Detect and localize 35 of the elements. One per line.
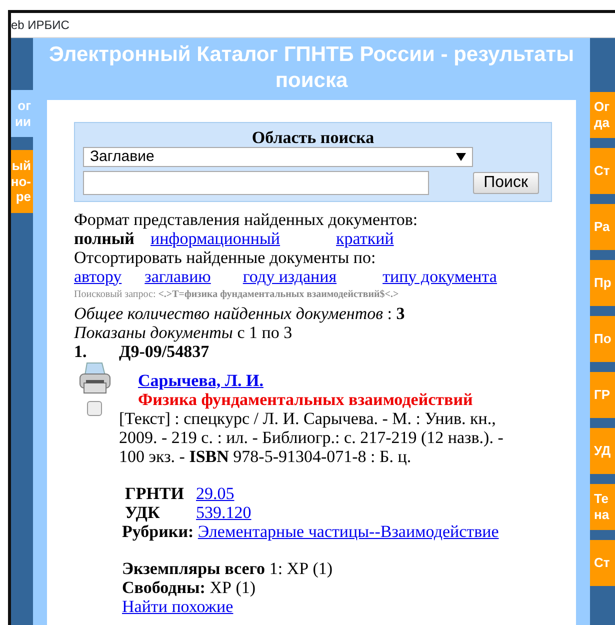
format-link[interactable]: информационный	[150, 228, 280, 248]
total-count-text: Общее количество найденных документов : 3	[74, 304, 406, 322]
find-similar-link[interactable]: Найти похожие	[122, 596, 234, 616]
sort-link[interactable]: году издания	[242, 266, 337, 286]
page-title: Электронный Каталог ГПНТБ России - результаты поиска	[48, 42, 576, 94]
rubric-link[interactable]: Элементарные частицы--Взаимодействие	[198, 522, 499, 540]
record-code: Д9-09/54837	[119, 342, 210, 360]
format-label: Формат представления найденных документов:	[74, 210, 419, 228]
available-copies-text: Свободны: ХР (1)	[122, 578, 257, 596]
record-checkbox[interactable]	[87, 400, 102, 416]
search-query-text: Поисковый запрос: <.>T=физика фундаментальных взаимодействий$<.>	[74, 288, 400, 302]
record-description: [Текст] : спецкурс / Л. И. Сарычева. - М. : Унив. кн., 2009. - 219 с. : ил. - Библиогр.: с. 217-219 (12 назв.). - 100 экз. - ISBN 978-5-91304-071-8 : Б. ц.	[119, 408, 504, 466]
record-number: 1.	[74, 342, 88, 360]
author-link[interactable]: Сарычева, Л. И.	[138, 370, 264, 390]
sort-link[interactable]: типу документа	[382, 266, 497, 286]
search-button[interactable]: Поиск	[472, 172, 539, 194]
dropdown-arrow-icon	[456, 152, 466, 160]
classification-link[interactable]: 539.120	[196, 502, 252, 522]
search-field[interactable]	[83, 170, 429, 194]
printer-icon[interactable]	[78, 360, 112, 394]
classification-link[interactable]: 29.05	[196, 484, 234, 502]
format-link[interactable]: краткий	[336, 228, 394, 248]
rubrics-label: Рубрики:	[122, 522, 194, 540]
record-title: Физика фундаментальных взаимодействий	[138, 390, 474, 408]
sort-link[interactable]: автору	[74, 266, 122, 286]
search-area-select[interactable]: Заглавие	[83, 146, 473, 166]
copies-text: Экземпляры всего 1: ХР (1)	[122, 558, 334, 578]
shown-range-text: Показаны документы с 1 по 3	[74, 322, 294, 342]
sort-link[interactable]: заглавию	[144, 266, 211, 286]
classification-label: ГРНТИ	[124, 484, 185, 502]
search-area-label: Область поиска	[250, 128, 376, 146]
format-option[interactable]: полный	[74, 228, 134, 248]
sort-label: Отсортировать найденные документы по:	[74, 248, 376, 266]
window-title: eb ИРБИС	[11, 18, 70, 32]
classification-label: УДК	[124, 502, 161, 522]
